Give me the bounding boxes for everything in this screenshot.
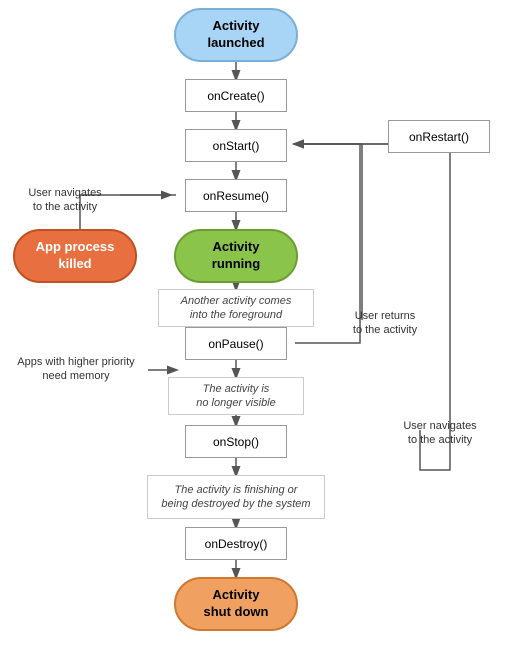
apps-higher-priority-text: Apps with higher priorityneed memory xyxy=(17,355,134,384)
user-returns-label: User returnsto the activity xyxy=(330,303,440,343)
user-returns-text: User returnsto the activity xyxy=(353,309,417,338)
activity-finishing-label: The activity is finishing orbeing destro… xyxy=(147,475,325,519)
on-start-node: onStart() xyxy=(185,129,287,162)
on-pause-label: onPause() xyxy=(208,337,263,351)
apps-higher-priority-label: Apps with higher priorityneed memory xyxy=(2,348,150,390)
on-destroy-label: onDestroy() xyxy=(205,537,268,551)
activity-launched-label: Activitylaunched xyxy=(207,18,264,52)
user-navigates-top-text: User navigatesto the activity xyxy=(28,186,101,215)
activity-no-longer-label: The activity isno longer visible xyxy=(168,377,304,415)
app-process-killed-node: App processkilled xyxy=(13,229,137,283)
on-start-label: onStart() xyxy=(213,139,260,153)
activity-launched-node: Activitylaunched xyxy=(174,8,298,62)
on-stop-label: onStop() xyxy=(213,435,259,449)
user-navigates-bottom-label: User navigatesto the activity xyxy=(380,413,500,453)
activity-no-longer-text: The activity isno longer visible xyxy=(196,382,276,411)
user-navigates-top-label: User navigatesto the activity xyxy=(10,180,120,220)
app-process-killed-label: App processkilled xyxy=(36,239,115,273)
activity-running-label: Activityrunning xyxy=(212,239,260,273)
user-navigates-bottom-text: User navigatesto the activity xyxy=(403,419,476,448)
activity-running-node: Activityrunning xyxy=(174,229,298,283)
on-resume-node: onResume() xyxy=(185,179,287,212)
on-restart-node: onRestart() xyxy=(388,120,490,153)
on-create-node: onCreate() xyxy=(185,79,287,112)
on-destroy-node: onDestroy() xyxy=(185,527,287,560)
on-stop-node: onStop() xyxy=(185,425,287,458)
on-restart-label: onRestart() xyxy=(409,130,469,144)
on-pause-node: onPause() xyxy=(185,327,287,360)
activity-finishing-text: The activity is finishing orbeing destro… xyxy=(161,483,310,512)
on-resume-label: onResume() xyxy=(203,189,269,203)
activity-shut-down-label: Activityshut down xyxy=(204,587,269,621)
another-activity-text: Another activity comesinto the foregroun… xyxy=(181,294,292,323)
activity-shut-down-node: Activityshut down xyxy=(174,577,298,631)
another-activity-label: Another activity comesinto the foregroun… xyxy=(158,289,314,327)
lifecycle-diagram: Activitylaunched onCreate() onStart() on… xyxy=(0,0,513,662)
on-create-label: onCreate() xyxy=(207,89,264,103)
